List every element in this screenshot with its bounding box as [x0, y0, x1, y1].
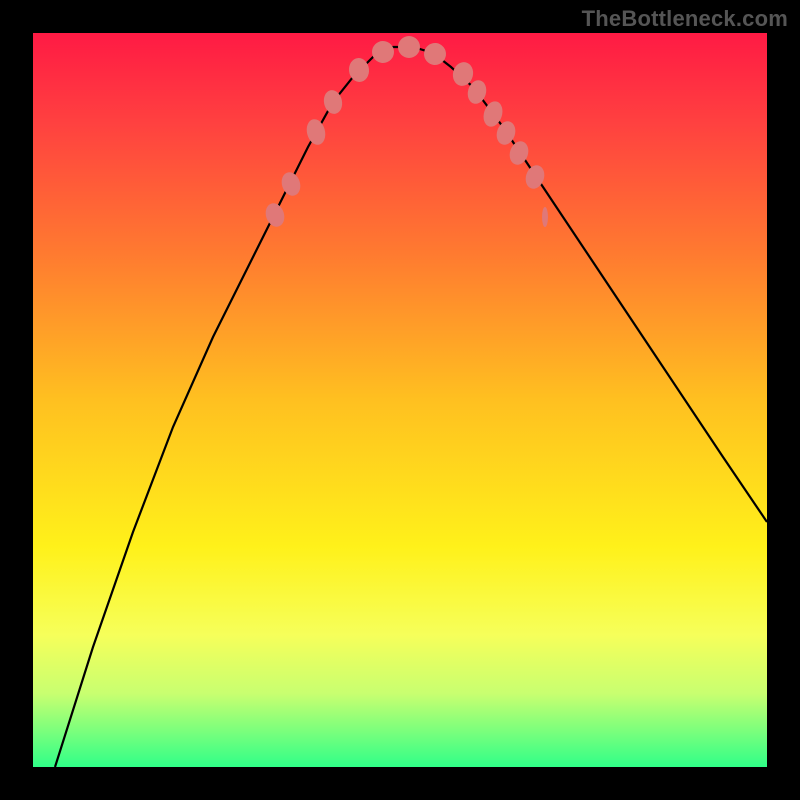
chart-frame: TheBottleneck.com	[0, 0, 800, 800]
curve-marker	[398, 36, 420, 58]
watermark-label: TheBottleneck.com	[582, 6, 788, 32]
curve-marker	[372, 41, 394, 63]
curve-markers	[263, 36, 548, 229]
curve-marker	[263, 201, 288, 229]
curve-layer	[33, 33, 767, 767]
bottleneck-curve	[55, 47, 767, 767]
curve-marker	[542, 207, 548, 227]
curve-marker	[279, 170, 304, 198]
curve-marker	[304, 117, 328, 147]
